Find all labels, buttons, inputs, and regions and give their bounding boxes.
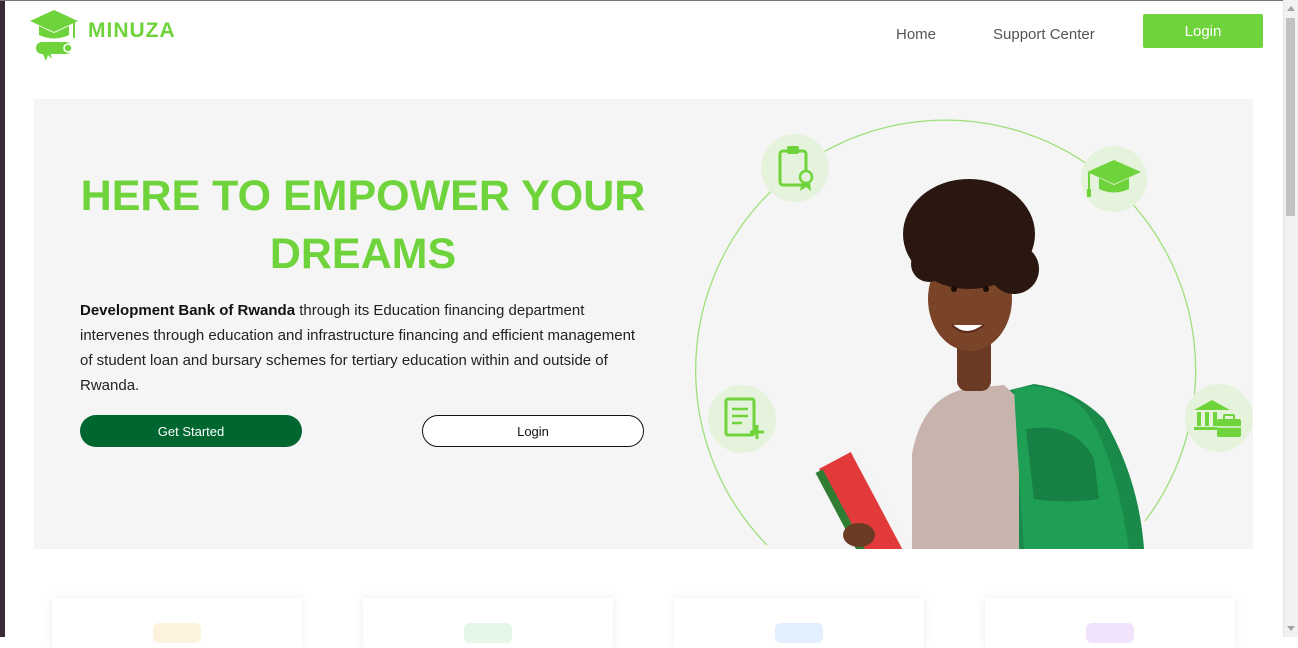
service-card-4[interactable] [985,598,1235,648]
student-photo [815,179,1144,549]
hero-illustration [695,119,1253,549]
service-card-3[interactable] [674,598,924,648]
service-card-1[interactable] [52,598,302,648]
brand-name[interactable]: MINUZA [88,19,176,43]
intro-bank-name: Development Bank of Rwanda [80,302,296,319]
scroll-up-arrow-icon[interactable] [1287,6,1295,11]
clipboard-certificate-icon [761,134,829,202]
page-scrollbar[interactable] [1283,0,1298,637]
document-add-icon [708,385,776,453]
nav-home-link[interactable]: Home [896,26,936,43]
window-edge [0,0,5,637]
window-top-border [0,0,1298,1]
hero-login-button[interactable]: Login [422,415,644,447]
service-card-2[interactable] [363,598,613,648]
service-card-2-icon [464,623,512,643]
scrollbar-thumb[interactable] [1286,18,1295,216]
hero-headline: HERE TO EMPOWER YOUR DREAMS [80,172,646,278]
hero-section: HERE TO EMPOWER YOUR DREAMS Development … [34,99,1253,549]
nav-support-center-link[interactable]: Support Center [993,26,1095,43]
service-card-4-icon [1086,623,1134,643]
scroll-down-arrow-icon[interactable] [1287,626,1295,631]
header-login-button[interactable]: Login [1143,14,1263,48]
graduation-cap-logo-icon[interactable] [28,8,80,62]
service-card-3-icon [775,623,823,643]
hero-intro-text: Development Bank of Rwanda through its E… [80,298,650,398]
get-started-button[interactable]: Get Started [80,415,302,447]
service-card-1-icon [153,623,201,643]
mortarboard-icon [1081,146,1147,212]
bank-briefcase-icon [1185,384,1253,452]
